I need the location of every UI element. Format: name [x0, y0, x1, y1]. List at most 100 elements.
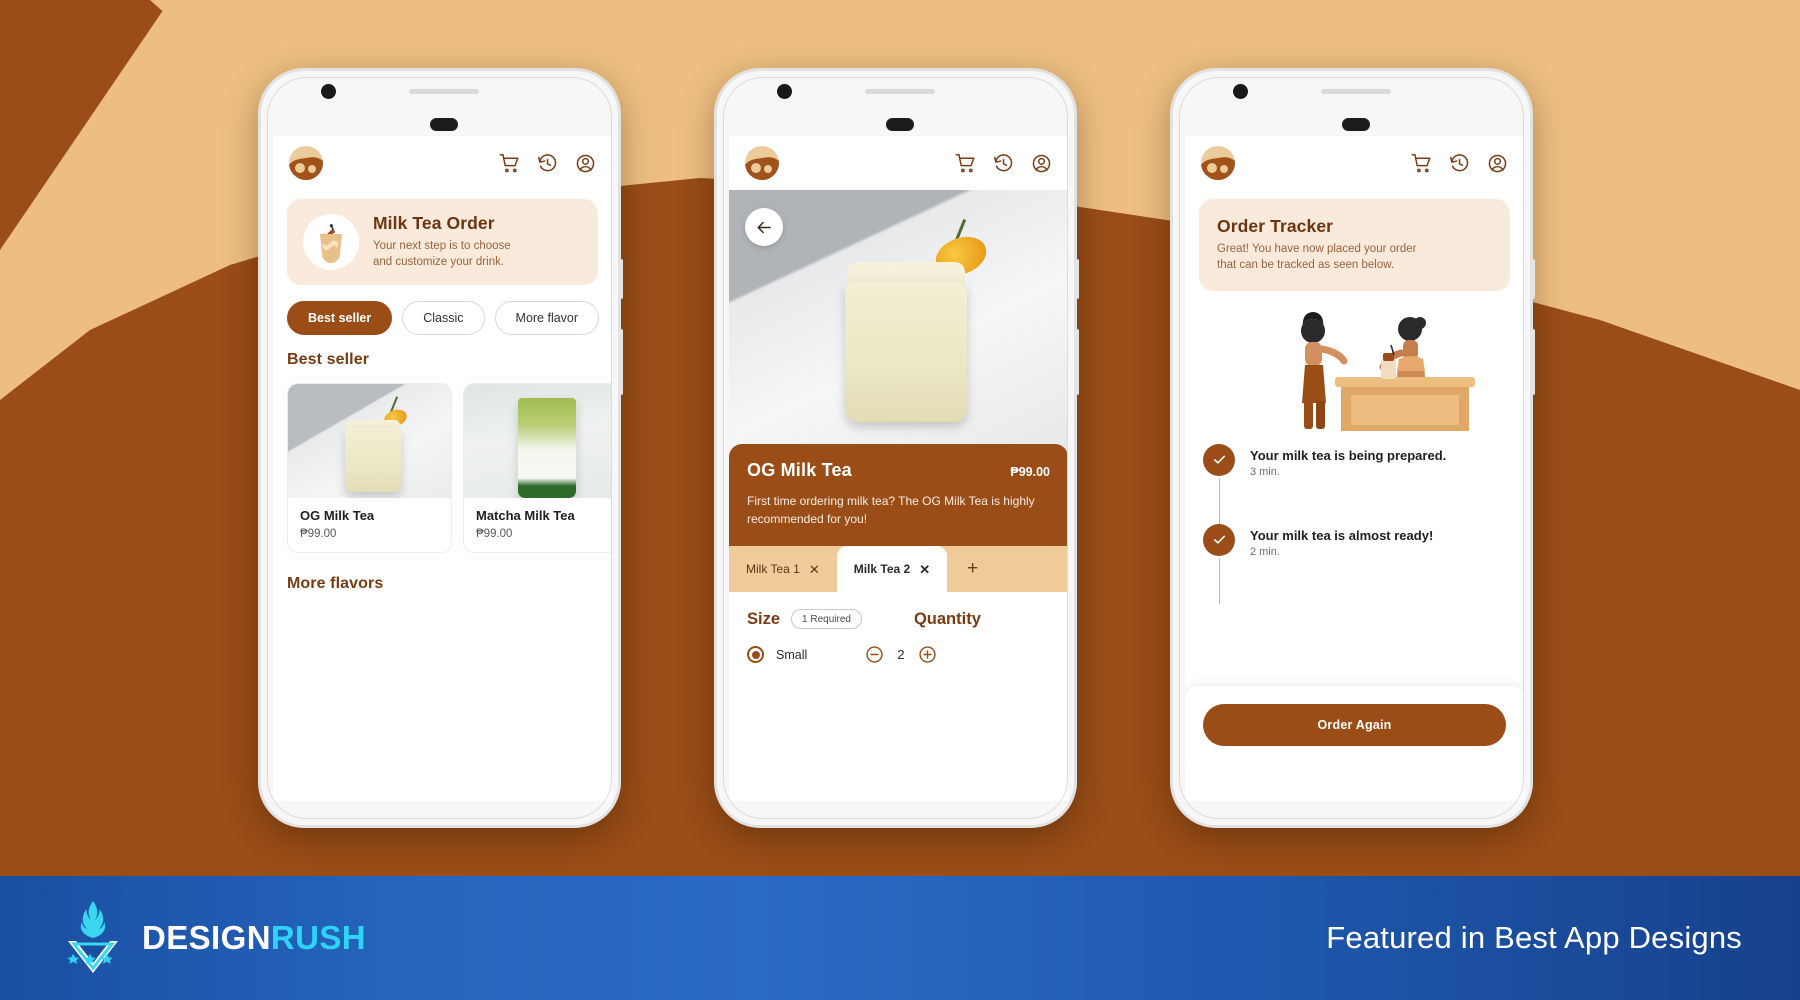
phone2-app-header [729, 136, 1068, 190]
product-image-matcha-milk-tea [464, 383, 612, 498]
product-name: Matcha Milk Tea [476, 507, 575, 523]
history-icon[interactable] [993, 153, 1014, 174]
product-card-matcha-milk-tea[interactable]: Matcha Milk Tea ₱99.00 [463, 382, 612, 553]
tab-milk-tea-1[interactable]: Milk Tea 1 ✕ [729, 546, 837, 592]
account-icon[interactable] [1031, 153, 1052, 174]
drink-tab-bar: Milk Tea 1 ✕ Milk Tea 2 ✕ + [729, 546, 1068, 592]
quantity-stepper: 2 [865, 645, 936, 664]
size-label: Size [747, 609, 781, 628]
milk-tea-cup-icon [303, 213, 359, 270]
close-icon[interactable]: ✕ [919, 563, 930, 576]
boba-brand-logo[interactable] [289, 146, 323, 180]
product-name: OG Milk Tea [300, 507, 375, 523]
product-info-og-milk-tea: OG Milk Tea ₱99.00 [288, 498, 451, 552]
order-tracker-banner: Order Tracker Great! You have now placed… [1199, 199, 1510, 291]
product-price: ₱99.00 [300, 527, 337, 540]
earpiece-speaker [1321, 89, 1391, 94]
account-icon[interactable] [1487, 153, 1508, 174]
quantity-value: 2 [897, 647, 905, 662]
front-camera-icon [777, 84, 792, 99]
tracker-step-title: Your milk tea is almost ready! [1250, 527, 1434, 543]
designrush-logo: DESIGNRUSH [62, 899, 366, 978]
account-icon[interactable] [575, 153, 596, 174]
product-detail-price: ₱99.00 [1010, 465, 1050, 479]
banner-subtitle: Your next step is to choose and customiz… [373, 238, 511, 271]
counter-service-illustration [1185, 309, 1524, 444]
order-again-button[interactable]: Order Again [1203, 704, 1506, 746]
chip-more-flavor[interactable]: More flavor [494, 300, 600, 335]
side-button-power[interactable] [619, 329, 623, 395]
tracker-step-1-text: Your milk tea is being prepared. 3 min. [1250, 444, 1446, 478]
chip-classic[interactable]: Classic [402, 300, 485, 335]
quantity-increment-icon[interactable] [918, 645, 937, 664]
tab-label: Milk Tea 2 [853, 562, 911, 576]
tracker-banner-title: Order Tracker [1217, 216, 1334, 236]
phone3-screen: Order Tracker Great! You have now placed… [1185, 136, 1524, 801]
tracker-text-block: Order Tracker Great! You have now placed… [1217, 216, 1416, 274]
check-icon [1203, 523, 1235, 556]
phone2-screen: OG Milk Tea ₱99.00 First time ordering m… [729, 136, 1068, 801]
product-hero-image [729, 190, 1068, 456]
tracker-step-time: 2 min. [1250, 545, 1280, 558]
product-card-row: OG Milk Tea ₱99.00 Matcha Milk Tea ₱99.0… [273, 369, 612, 553]
side-button-volume[interactable] [619, 259, 623, 299]
back-arrow-icon[interactable] [745, 208, 783, 246]
check-icon [1203, 443, 1235, 476]
home-pill-indicator [430, 118, 458, 131]
tracker-step-time: 3 min. [1250, 465, 1280, 478]
side-button-power[interactable] [1075, 329, 1079, 395]
product-info-matcha-milk-tea: Matcha Milk Tea ₱99.00 [464, 498, 612, 552]
quantity-decrement-icon[interactable] [865, 645, 884, 664]
tab-milk-tea-2[interactable]: Milk Tea 2 ✕ [836, 546, 948, 592]
drink-options-section: Size 1 Required Quantity Small 2 [729, 592, 1068, 664]
designrush-wordmark: DESIGNRUSH [142, 919, 366, 957]
side-button-power[interactable] [1531, 329, 1535, 395]
options-header-row: Size 1 Required Quantity [747, 609, 1050, 629]
designrush-torch-icon [62, 899, 124, 978]
tracker-banner-subtitle: Great! You have now placed your order th… [1217, 241, 1416, 274]
quantity-label: Quantity [913, 609, 981, 628]
add-drink-button[interactable]: + [947, 546, 998, 592]
product-detail-title: OG Milk Tea [747, 460, 852, 480]
history-icon[interactable] [1449, 153, 1470, 174]
close-icon[interactable]: ✕ [809, 563, 820, 576]
section-title-more-flavors: More flavors [287, 574, 384, 592]
cart-icon[interactable] [955, 153, 976, 174]
tracker-step-2: Your milk tea is almost ready! 2 min. [1203, 523, 1506, 604]
milk-tea-order-banner: Milk Tea Order Your next step is to choo… [287, 199, 598, 285]
phone1-screen: Milk Tea Order Your next step is to choo… [273, 136, 612, 801]
tracker-step-1: Your milk tea is being prepared. 3 min. [1203, 443, 1506, 524]
phone1-header-icons [499, 153, 596, 174]
banner-subtitle-line2: and customize your drink. [373, 256, 505, 269]
product-detail-description: First time ordering milk tea? The OG Mil… [747, 494, 1035, 526]
boba-brand-logo[interactable] [1201, 146, 1235, 180]
chip-best-seller[interactable]: Best seller [287, 300, 393, 335]
category-chip-row: Best seller Classic More flavor [273, 285, 612, 335]
product-detail-card: OG Milk Tea ₱99.00 First time ordering m… [729, 444, 1068, 546]
order-again-bar: Order Again [1185, 685, 1524, 766]
banner-text-block: Milk Tea Order Your next step is to choo… [373, 213, 511, 271]
boba-brand-logo[interactable] [745, 146, 779, 180]
options-value-row: Small 2 [747, 645, 1050, 664]
side-button-volume[interactable] [1531, 259, 1535, 299]
designrush-footer: DESIGNRUSH Featured in Best App Designs [0, 876, 1800, 1000]
footer-tagline: Featured in Best App Designs [1326, 920, 1742, 955]
side-button-volume[interactable] [1075, 259, 1079, 299]
tracker-subtitle-line2: that can be tracked as seen below. [1217, 259, 1395, 272]
front-camera-icon [1233, 84, 1248, 99]
phone-mockup-3: Order Tracker Great! You have now placed… [1170, 68, 1535, 828]
cart-icon[interactable] [499, 153, 520, 174]
earpiece-speaker [865, 89, 935, 94]
cart-icon[interactable] [1411, 153, 1432, 174]
tracker-connector-line [1219, 557, 1220, 604]
product-card-og-milk-tea[interactable]: OG Milk Tea ₱99.00 [287, 382, 452, 553]
tracker-connector-line [1219, 477, 1220, 524]
phone-mockup-1: Milk Tea Order Your next step is to choo… [258, 68, 623, 828]
phone3-app-header [1185, 136, 1524, 190]
tracker-subtitle-line1: Great! You have now placed your order [1217, 243, 1417, 255]
tracker-step-title: Your milk tea is being prepared. [1250, 447, 1447, 463]
order-tracker-list: Your milk tea is being prepared. 3 min. … [1185, 443, 1524, 604]
size-radio-small[interactable] [747, 646, 764, 663]
history-icon[interactable] [537, 153, 558, 174]
section-title-best-seller: Best seller [287, 350, 370, 368]
